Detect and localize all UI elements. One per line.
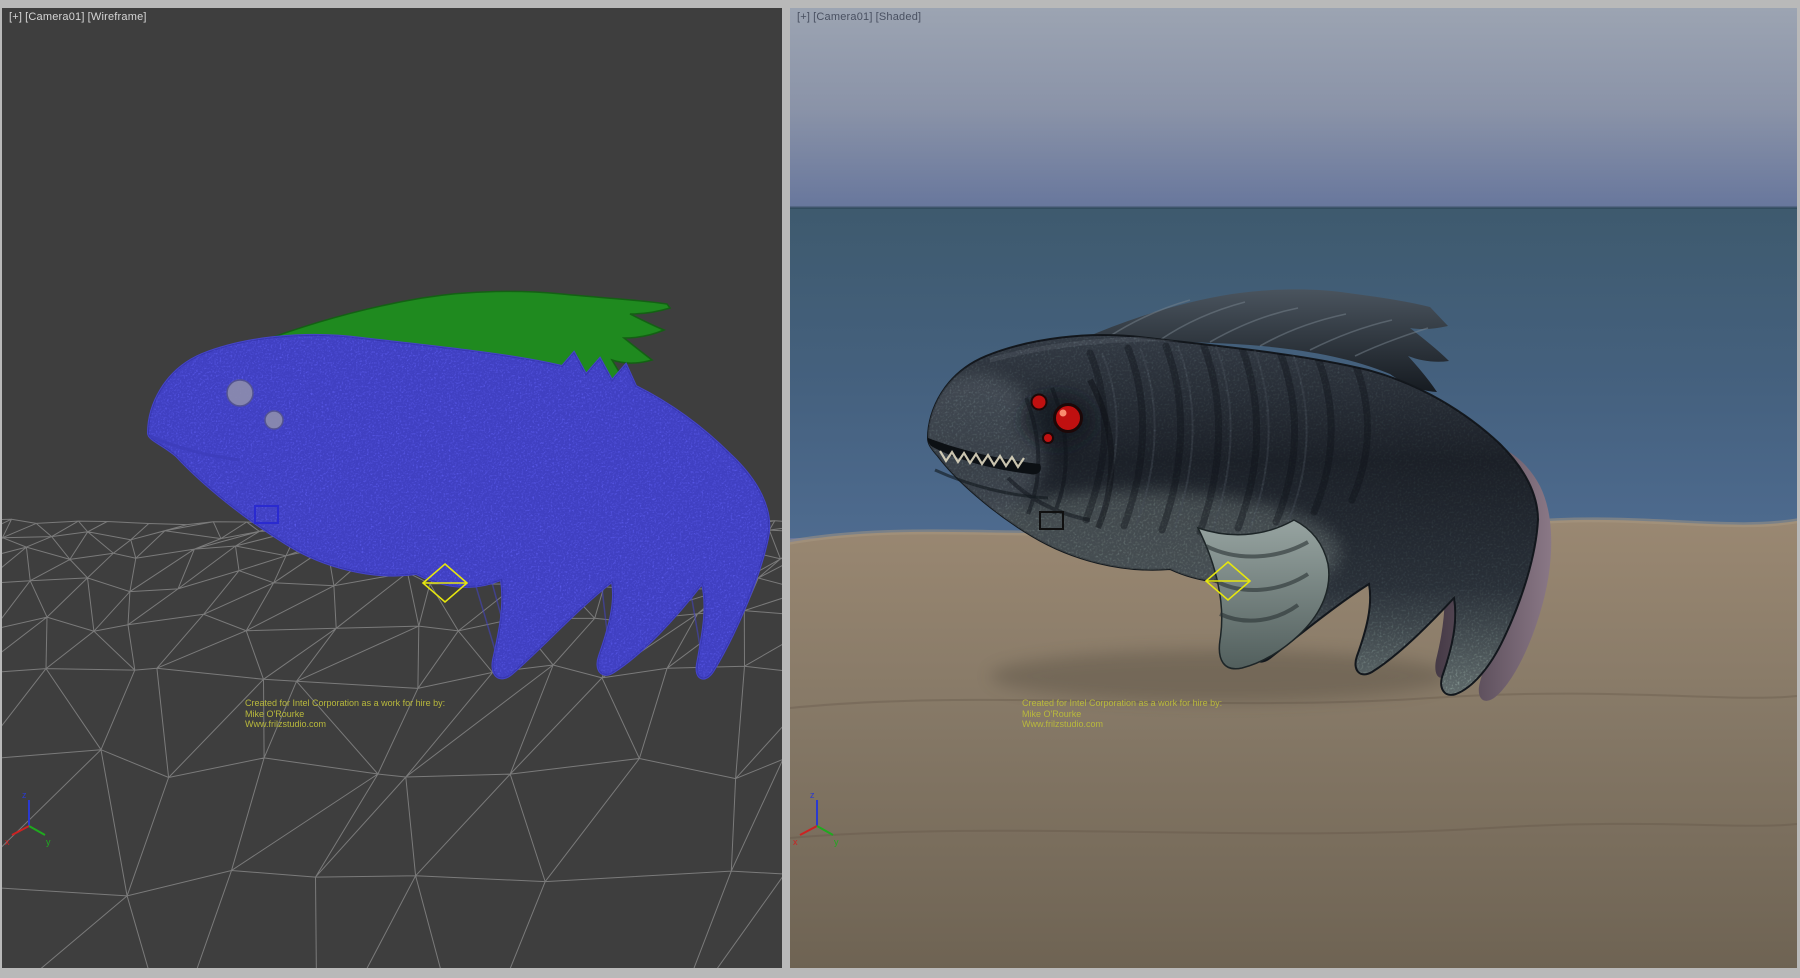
wireframe-scene: z x y — [2, 8, 782, 968]
axis-x-line — [12, 826, 29, 835]
credit-line-3: Www.frilzstudio.com — [245, 719, 445, 730]
sky — [790, 8, 1797, 210]
credit-line-3: Www.frilzstudio.com — [1022, 719, 1222, 730]
viewport-shading-menu[interactable]: [Shaded] — [876, 11, 922, 23]
world-axis-tripod: z x y — [5, 790, 51, 847]
viewport-camera-menu[interactable]: [Camera01] — [25, 11, 84, 23]
fish-eye — [227, 380, 253, 406]
axis-y-label: y — [834, 837, 839, 847]
credit-line-1: Created for Intel Corporation as a work … — [245, 698, 445, 709]
credit-text: Created for Intel Corporation as a work … — [245, 698, 445, 730]
viewport-menu-button[interactable]: [+] — [9, 11, 22, 23]
credit-line-1: Created for Intel Corporation as a work … — [1022, 698, 1222, 709]
viewport-menu-button[interactable]: [+] — [797, 11, 810, 23]
fish-eye-highlight — [1060, 410, 1067, 417]
viewport-shaded[interactable]: z x y [+] [Camera01] [Shaded] Created fo… — [790, 8, 1797, 968]
credit-line-2: Mike O'Rourke — [1022, 709, 1222, 720]
axis-z-label: z — [22, 790, 27, 800]
axis-y-line — [29, 826, 45, 835]
axis-x-label: x — [793, 837, 798, 847]
viewport-wireframe[interactable]: z x y [+] [Camera01] [Wireframe] Created… — [2, 8, 782, 968]
credit-line-2: Mike O'Rourke — [245, 709, 445, 720]
viewport-camera-menu[interactable]: [Camera01] — [813, 11, 872, 23]
viewport-shading-menu[interactable]: [Wireframe] — [88, 11, 147, 23]
credit-text: Created for Intel Corporation as a work … — [1022, 698, 1222, 730]
viewport-label: [+] [Camera01] [Wireframe] — [9, 11, 147, 23]
viewport-divider[interactable] — [782, 0, 790, 978]
viewport-label: [+] [Camera01] [Shaded] — [797, 11, 921, 23]
fish-eye-large — [1055, 405, 1082, 432]
fish-eye-small — [1043, 433, 1053, 443]
fish-eye-mid — [1032, 395, 1047, 410]
axis-y-label: y — [46, 837, 51, 847]
axis-z-label: z — [810, 790, 815, 800]
axis-x-label: x — [5, 837, 10, 847]
fish-wireframe-object[interactable] — [148, 291, 769, 678]
fish-eye — [265, 411, 283, 429]
horizon-line — [790, 207, 1797, 210]
viewport-split-frame: z x y [+] [Camera01] [Wireframe] Created… — [0, 0, 1800, 978]
shaded-scene: z x y — [790, 8, 1797, 968]
